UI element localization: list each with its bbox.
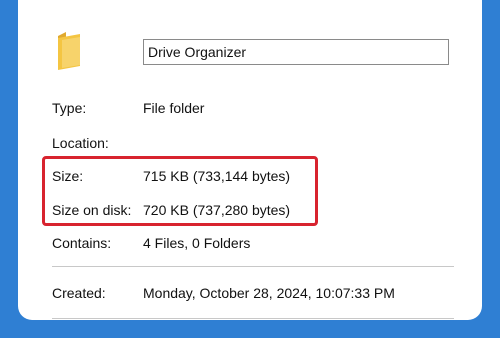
created-value: Monday, October 28, 2024, 10:07:33 PM xyxy=(143,285,395,301)
size-value: 715 KB (733,144 bytes) xyxy=(143,168,291,184)
type-label: Type: xyxy=(52,100,87,116)
folder-name-field[interactable]: Drive Organizer xyxy=(143,39,449,65)
created-label: Created: xyxy=(52,285,106,301)
size-label: Size: xyxy=(52,168,84,184)
divider xyxy=(52,318,454,319)
folder-icon xyxy=(58,32,80,70)
properties-dialog: Drive Organizer Type: File folder Locati… xyxy=(18,0,482,320)
location-label: Location: xyxy=(52,135,109,151)
type-value: File folder xyxy=(143,100,205,116)
contains-value: 4 Files, 0 Folders xyxy=(143,235,251,251)
size-on-disk-value: 720 KB (737,280 bytes) xyxy=(143,202,291,218)
divider xyxy=(52,266,454,267)
contains-label: Contains: xyxy=(52,235,112,251)
size-on-disk-label: Size on disk: xyxy=(52,202,132,218)
